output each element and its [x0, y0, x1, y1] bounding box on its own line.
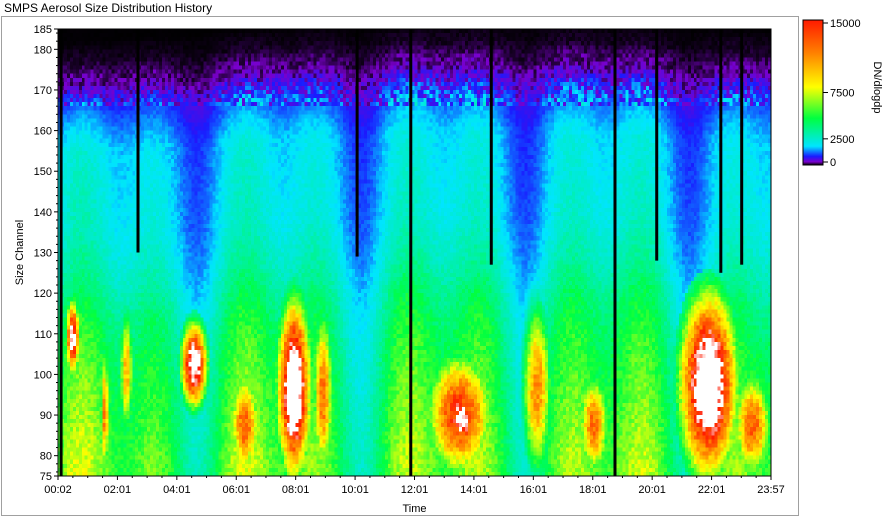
data-gap [740, 29, 744, 265]
x-tick-label: 00:02 [44, 484, 72, 496]
y-tick-label: 130 [34, 248, 52, 260]
x-tick-label: 08:01 [282, 484, 310, 496]
y-tick-label: 185 [34, 24, 52, 36]
data-gap [613, 29, 617, 476]
x-axis: 00:02 02:01 04:01 06:01 08:01 10:01 12:01 14:01… [44, 476, 785, 496]
x-tick-label: 23:57 [757, 484, 785, 496]
x-tick-label: 06:01 [222, 484, 250, 496]
x-tick-label: 20:01 [638, 484, 666, 496]
y-tick-label: 160 [34, 126, 52, 138]
colorbar-ticks: 0 2500 7500 15000 [823, 18, 861, 169]
x-tick-label: 10:01 [341, 484, 369, 496]
x-tick-label: 18:01 [579, 484, 607, 496]
colorbar-tick-label: 7500 [830, 88, 854, 100]
y-tick-label: 180 [34, 44, 52, 56]
data-gap [136, 29, 140, 253]
x-tick-label: 16:01 [520, 484, 548, 496]
data-gap [489, 29, 493, 265]
y-tick-label: 100 [34, 369, 52, 381]
heatmap-image [58, 29, 771, 476]
colorbar-tick-label: 0 [830, 157, 836, 169]
y-axis-label: Size Channel [14, 220, 26, 285]
y-axis: 75 80 90 100 110 120 130 140 150 160 170 180 185 [34, 24, 58, 483]
x-tick-label: 02:01 [104, 484, 132, 496]
spectrogram-chart: 00:02 02:01 04:01 06:01 08:01 10:01 12:01 14:01… [14, 18, 883, 515]
colorbar: 0 2500 7500 15000 DN/dlogdp [802, 18, 883, 169]
y-tick-label: 110 [34, 329, 52, 341]
data-gap [59, 29, 63, 476]
y-tick-label: 170 [34, 85, 52, 97]
x-tick-label: 22:01 [698, 484, 726, 496]
y-tick-label: 150 [34, 166, 52, 178]
data-gap [409, 29, 413, 476]
colorbar-label: DN/dlogdp [871, 62, 883, 114]
data-gap [355, 29, 359, 257]
y-tick-label: 90 [40, 410, 52, 422]
x-axis-label: Time [402, 503, 426, 515]
colorbar-tick-label: 15000 [830, 18, 861, 30]
y-tick-label: 120 [34, 288, 52, 300]
data-gap [719, 29, 723, 273]
y-tick-label: 80 [40, 451, 52, 463]
y-tick-label: 75 [40, 471, 52, 483]
y-tick-label: 140 [34, 207, 52, 219]
x-tick-label: 12:01 [401, 484, 429, 496]
x-tick-label: 04:01 [163, 484, 191, 496]
colorbar-gradient [802, 19, 824, 166]
data-gap [655, 29, 659, 261]
colorbar-tick-label: 2500 [830, 134, 854, 146]
x-tick-label: 14:01 [460, 484, 488, 496]
